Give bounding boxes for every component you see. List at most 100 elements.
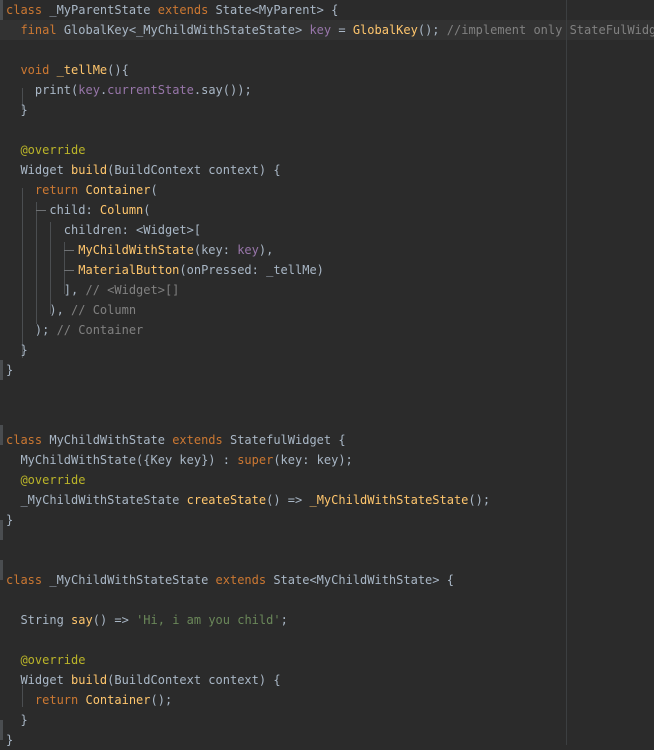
code-line[interactable]: Widget build(BuildContext context) { — [6, 670, 281, 690]
code-line[interactable]: class MyChildWithState extends StatefulW… — [6, 430, 346, 450]
code-line[interactable]: final GlobalKey<_MyChildWithStateState> … — [6, 20, 654, 40]
code-token: (); — [150, 693, 173, 707]
code-token: extends — [157, 3, 216, 17]
code-line[interactable]: } — [6, 730, 13, 750]
code-token: ], — [6, 283, 86, 297]
code-line[interactable]: void _tellMe(){ — [6, 60, 129, 80]
gutter-scope-marker — [0, 560, 3, 580]
code-token: _MyChildWithStateState — [6, 493, 187, 507]
code-line[interactable]: _MyChildWithStateState createState() => … — [6, 490, 490, 510]
code-line[interactable]: Widget build(BuildContext context) { — [6, 160, 281, 180]
code-line[interactable]: @override — [6, 140, 85, 160]
code-token: (onPressed: _tellMe) — [179, 263, 324, 277]
code-token: @override — [20, 473, 86, 487]
code-line[interactable]: MaterialButton(onPressed: _tellMe) — [6, 260, 324, 280]
code-token: _tellMe — [56, 63, 108, 77]
code-token: ; — [280, 613, 288, 627]
code-token: Container — [85, 693, 151, 707]
code-token: (); — [417, 23, 447, 37]
code-editor[interactable]: class _MyParentState extends State<MyPar… — [0, 0, 654, 747]
code-token: (BuildContext context) { — [107, 163, 281, 177]
code-token: @override — [20, 653, 86, 667]
code-token: MyChildWithState({Key key}) : — [6, 453, 238, 467]
code-token: return — [34, 693, 86, 707]
code-token: //implement only StateFulWidget — [446, 23, 654, 37]
code-token: print( — [6, 83, 79, 97]
code-token: void — [20, 63, 57, 77]
code-token: } — [6, 103, 28, 117]
code-token: // Column — [71, 303, 137, 317]
code-line[interactable]: ); // Container — [6, 320, 143, 340]
code-token: key — [309, 23, 332, 37]
code-line[interactable]: @override — [6, 650, 85, 670]
code-line[interactable]: } — [6, 510, 13, 530]
code-token: class — [6, 3, 50, 17]
code-token: .say()); — [193, 83, 252, 97]
code-token: } — [6, 713, 28, 727]
code-token: StatefulWidget { — [229, 433, 346, 447]
code-token: extends — [215, 573, 274, 587]
code-token: _MyParentState — [49, 3, 158, 17]
code-line[interactable]: MyChildWithState(key: key), — [6, 240, 273, 260]
code-token: Widget — [6, 673, 72, 687]
code-token: createState — [186, 493, 267, 507]
right-margin-guide — [566, 0, 567, 745]
code-token: Container — [85, 183, 151, 197]
code-token: = — [331, 23, 353, 37]
code-token: } — [6, 363, 14, 377]
code-token: (key: — [193, 243, 238, 257]
code-token: State<MyParent> { — [215, 3, 339, 17]
code-line[interactable]: print(key.currentState.say()); — [6, 80, 252, 100]
code-token: ( — [143, 203, 151, 217]
code-token: children: <Widget>[ — [6, 223, 202, 237]
code-line[interactable]: child: Column( — [6, 200, 151, 220]
code-token: extends — [172, 433, 230, 447]
code-token: super — [237, 453, 274, 467]
code-token: @override — [20, 143, 86, 157]
code-token: () => — [92, 613, 137, 627]
gutter-scope-marker — [0, 720, 3, 740]
code-token: key — [78, 83, 100, 97]
code-token: ), — [258, 243, 274, 257]
code-line[interactable]: MyChildWithState({Key key}) : super(key:… — [6, 450, 353, 470]
code-token: (); — [468, 493, 491, 507]
code-line[interactable]: return Container(); — [6, 690, 172, 710]
gutter-scope-marker — [0, 360, 3, 380]
code-token: (key: key); — [273, 453, 353, 467]
gutter-scope-marker — [0, 0, 3, 20]
code-line[interactable]: return Container( — [6, 180, 158, 200]
code-line[interactable]: } — [6, 100, 28, 120]
code-token: GlobalKey<_MyChildWithStateState> — [63, 23, 310, 37]
code-token: currentState — [107, 83, 194, 97]
code-line[interactable]: } — [6, 710, 28, 730]
code-token: build — [71, 163, 108, 177]
code-token: key — [237, 243, 259, 257]
code-line[interactable]: @override — [6, 470, 85, 490]
code-line[interactable]: children: <Widget>[ — [6, 220, 201, 240]
code-token: (BuildContext context) { — [107, 673, 281, 687]
code-token: final — [20, 23, 64, 37]
code-token: String — [6, 613, 72, 627]
code-token: State<MyChildWithState> { — [273, 573, 454, 587]
code-line[interactable]: String say() => 'Hi, i am you child'; — [6, 610, 288, 630]
code-line[interactable]: ], // <Widget>[] — [6, 280, 180, 300]
code-token: } — [6, 343, 28, 357]
code-token: Column — [99, 203, 144, 217]
code-token: MyChildWithState — [78, 243, 194, 257]
code-line[interactable]: ), // Column — [6, 300, 136, 320]
code-token: MaterialButton — [78, 263, 180, 277]
code-token: (){ — [107, 63, 129, 77]
gutter-scope-marker — [0, 520, 3, 540]
code-line[interactable]: } — [6, 360, 13, 380]
code-line[interactable]: class _MyChildWithStateState extends Sta… — [6, 570, 454, 590]
code-line[interactable]: } — [6, 340, 28, 360]
code-line[interactable]: class _MyParentState extends State<MyPar… — [6, 0, 338, 20]
code-token: _MyChildWithStateState — [309, 493, 469, 507]
